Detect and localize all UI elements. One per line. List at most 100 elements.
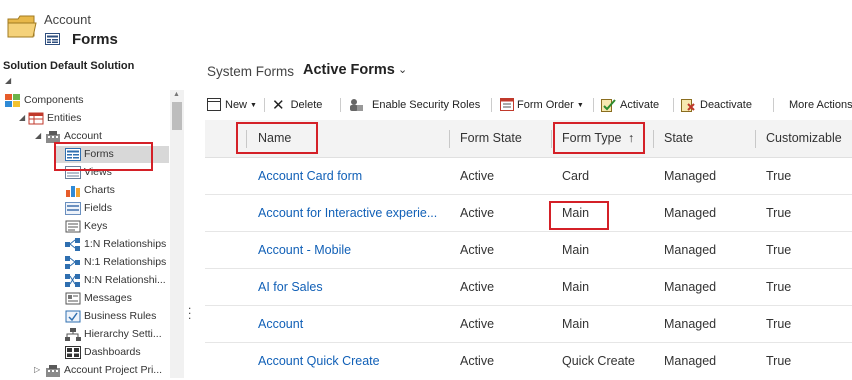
form-order-label: Form Order	[517, 99, 574, 111]
tree-item-label: Keys	[84, 220, 108, 232]
column-separator[interactable]	[551, 130, 552, 148]
tree-item-label: Dashboards	[84, 346, 141, 358]
form-state-cell: Active	[460, 243, 495, 257]
entities-icon	[28, 112, 44, 124]
tree-item-hierarchy-settings[interactable]: Hierarchy Setti...	[65, 326, 162, 342]
page-title: Forms	[72, 31, 118, 48]
toolbar-separator	[264, 98, 265, 112]
tree-item-entities[interactable]: Entities	[28, 110, 81, 126]
tree-item-components[interactable]: Components	[5, 92, 84, 108]
deactivate-button[interactable]: Deactivate	[681, 94, 752, 116]
delete-icon: ✕	[272, 97, 285, 114]
hierarchy-icon	[65, 327, 81, 341]
nav-scrollbar[interactable]	[170, 90, 184, 378]
column-header-state[interactable]: State	[664, 131, 693, 145]
form-type-cell: Main	[562, 243, 590, 257]
expand-arrow-icon[interactable]: ▷	[34, 365, 40, 374]
enable-security-roles-label: Enable Security Roles	[372, 99, 481, 111]
relationship-icon	[65, 273, 80, 287]
scroll-up-icon[interactable]: ▲	[173, 91, 180, 98]
tree-item-fields[interactable]: Fields	[65, 200, 112, 216]
column-separator[interactable]	[755, 130, 756, 148]
tree-item-keys[interactable]: Keys	[65, 218, 107, 234]
tree-item-nn-relationships[interactable]: N:N Relationshi...	[65, 272, 166, 288]
tree-item-label: N:1 Relationships	[84, 256, 167, 268]
highlight-box-forms-nav	[54, 142, 153, 171]
table-row[interactable]: Account for Interactive experie... Activ…	[205, 195, 852, 232]
form-name-link[interactable]: AI for Sales	[258, 280, 323, 294]
delete-button[interactable]: ✕ Delete	[272, 94, 322, 116]
tree-item-account-project[interactable]: Account Project Pri...	[45, 362, 162, 378]
tree-item-label: Charts	[84, 184, 115, 196]
column-header-form-state[interactable]: Form State	[460, 131, 522, 145]
more-actions-button[interactable]: More Actions	[789, 94, 852, 116]
tree-item-label: Messages	[84, 292, 132, 304]
form-state-cell: Active	[460, 354, 495, 368]
form-type-cell: Main	[562, 280, 590, 294]
customizable-cell: True	[766, 243, 792, 257]
table-row[interactable]: Account - Mobile Active Main Managed Tru…	[205, 232, 852, 269]
more-actions-label: More Actions	[789, 99, 852, 111]
form-name-link[interactable]: Account - Mobile	[258, 243, 351, 257]
command-bar: New ▼ ✕ Delete Enable Security Roles For…	[200, 94, 852, 116]
form-name-link[interactable]: Account Card form	[258, 169, 362, 183]
table-row[interactable]: AI for Sales Active Main Managed True	[205, 269, 852, 306]
form-state-cell: Active	[460, 317, 495, 331]
chevron-down-icon[interactable]: ⌄	[398, 63, 407, 76]
tree-item-n1-relationships[interactable]: N:1 Relationships	[65, 254, 166, 270]
form-type-cell: Card	[562, 169, 590, 183]
form-name-link[interactable]: Account for Interactive experie...	[258, 206, 437, 220]
collapse-arrow-icon[interactable]: ◢	[19, 113, 25, 122]
forms-icon	[45, 33, 60, 45]
relationship-icon	[65, 255, 80, 269]
tree-item-label: Account	[64, 130, 102, 142]
table-row[interactable]: Account Card form Active Card Managed Tr…	[205, 158, 852, 195]
form-order-button[interactable]: Form Order ▼	[500, 94, 584, 116]
folder-icon	[7, 15, 37, 38]
solution-label: Solution Default Solution	[3, 60, 135, 72]
column-separator[interactable]	[449, 130, 450, 148]
view-selector[interactable]: Active Forms	[303, 62, 395, 78]
table-row[interactable]: Account Active Main Managed True	[205, 306, 852, 343]
caret-down-icon: ▼	[250, 101, 257, 109]
tree-item-label: Components	[24, 94, 84, 106]
messages-icon	[65, 292, 81, 304]
collapse-arrow-icon[interactable]: ◢	[5, 76, 11, 85]
new-label: New	[225, 99, 248, 111]
toolbar-separator	[673, 98, 674, 112]
delete-label: Delete	[290, 99, 323, 111]
tree-item-business-rules[interactable]: Business Rules	[65, 308, 156, 324]
form-name-link[interactable]: Account	[258, 317, 303, 331]
collapse-arrow-icon[interactable]: ◢	[35, 131, 41, 140]
splitter-handle-icon[interactable]: ...	[188, 299, 191, 321]
activate-button[interactable]: Activate	[601, 94, 659, 116]
nav-scroll-thumb[interactable]	[172, 102, 182, 130]
charts-icon	[66, 185, 80, 197]
new-button[interactable]: New ▼	[207, 94, 257, 116]
account-entity-icon	[46, 364, 60, 377]
enable-security-roles-button[interactable]: Enable Security Roles	[349, 94, 480, 116]
state-cell: Managed	[664, 169, 717, 183]
activate-icon	[601, 99, 616, 112]
customizable-cell: True	[766, 280, 792, 294]
highlight-box-form-type-column	[553, 122, 645, 154]
tree-item-label: Entities	[47, 112, 82, 124]
state-cell: Managed	[664, 280, 717, 294]
column-separator[interactable]	[653, 130, 654, 148]
caret-down-icon: ▼	[576, 101, 584, 109]
tree-item-messages[interactable]: Messages	[65, 290, 132, 306]
form-name-link[interactable]: Account Quick Create	[258, 354, 380, 368]
table-row[interactable]: Account Quick Create Active Quick Create…	[205, 343, 852, 380]
tree-item-1n-relationships[interactable]: 1:N Relationships	[65, 236, 166, 252]
form-state-cell: Active	[460, 206, 495, 220]
column-header-customizable[interactable]: Customizable	[766, 131, 842, 145]
relationship-icon	[65, 237, 80, 251]
form-order-icon	[500, 98, 514, 111]
account-entity-icon	[46, 130, 60, 143]
business-rules-icon	[65, 310, 81, 322]
tree-item-charts[interactable]: Charts	[65, 182, 115, 198]
tree-item-dashboards[interactable]: Dashboards	[65, 344, 141, 360]
new-icon	[207, 98, 221, 111]
toolbar-separator	[773, 98, 774, 112]
solution-explorer-tree: Solution Default Solution ◢ Components ◢…	[0, 56, 192, 378]
